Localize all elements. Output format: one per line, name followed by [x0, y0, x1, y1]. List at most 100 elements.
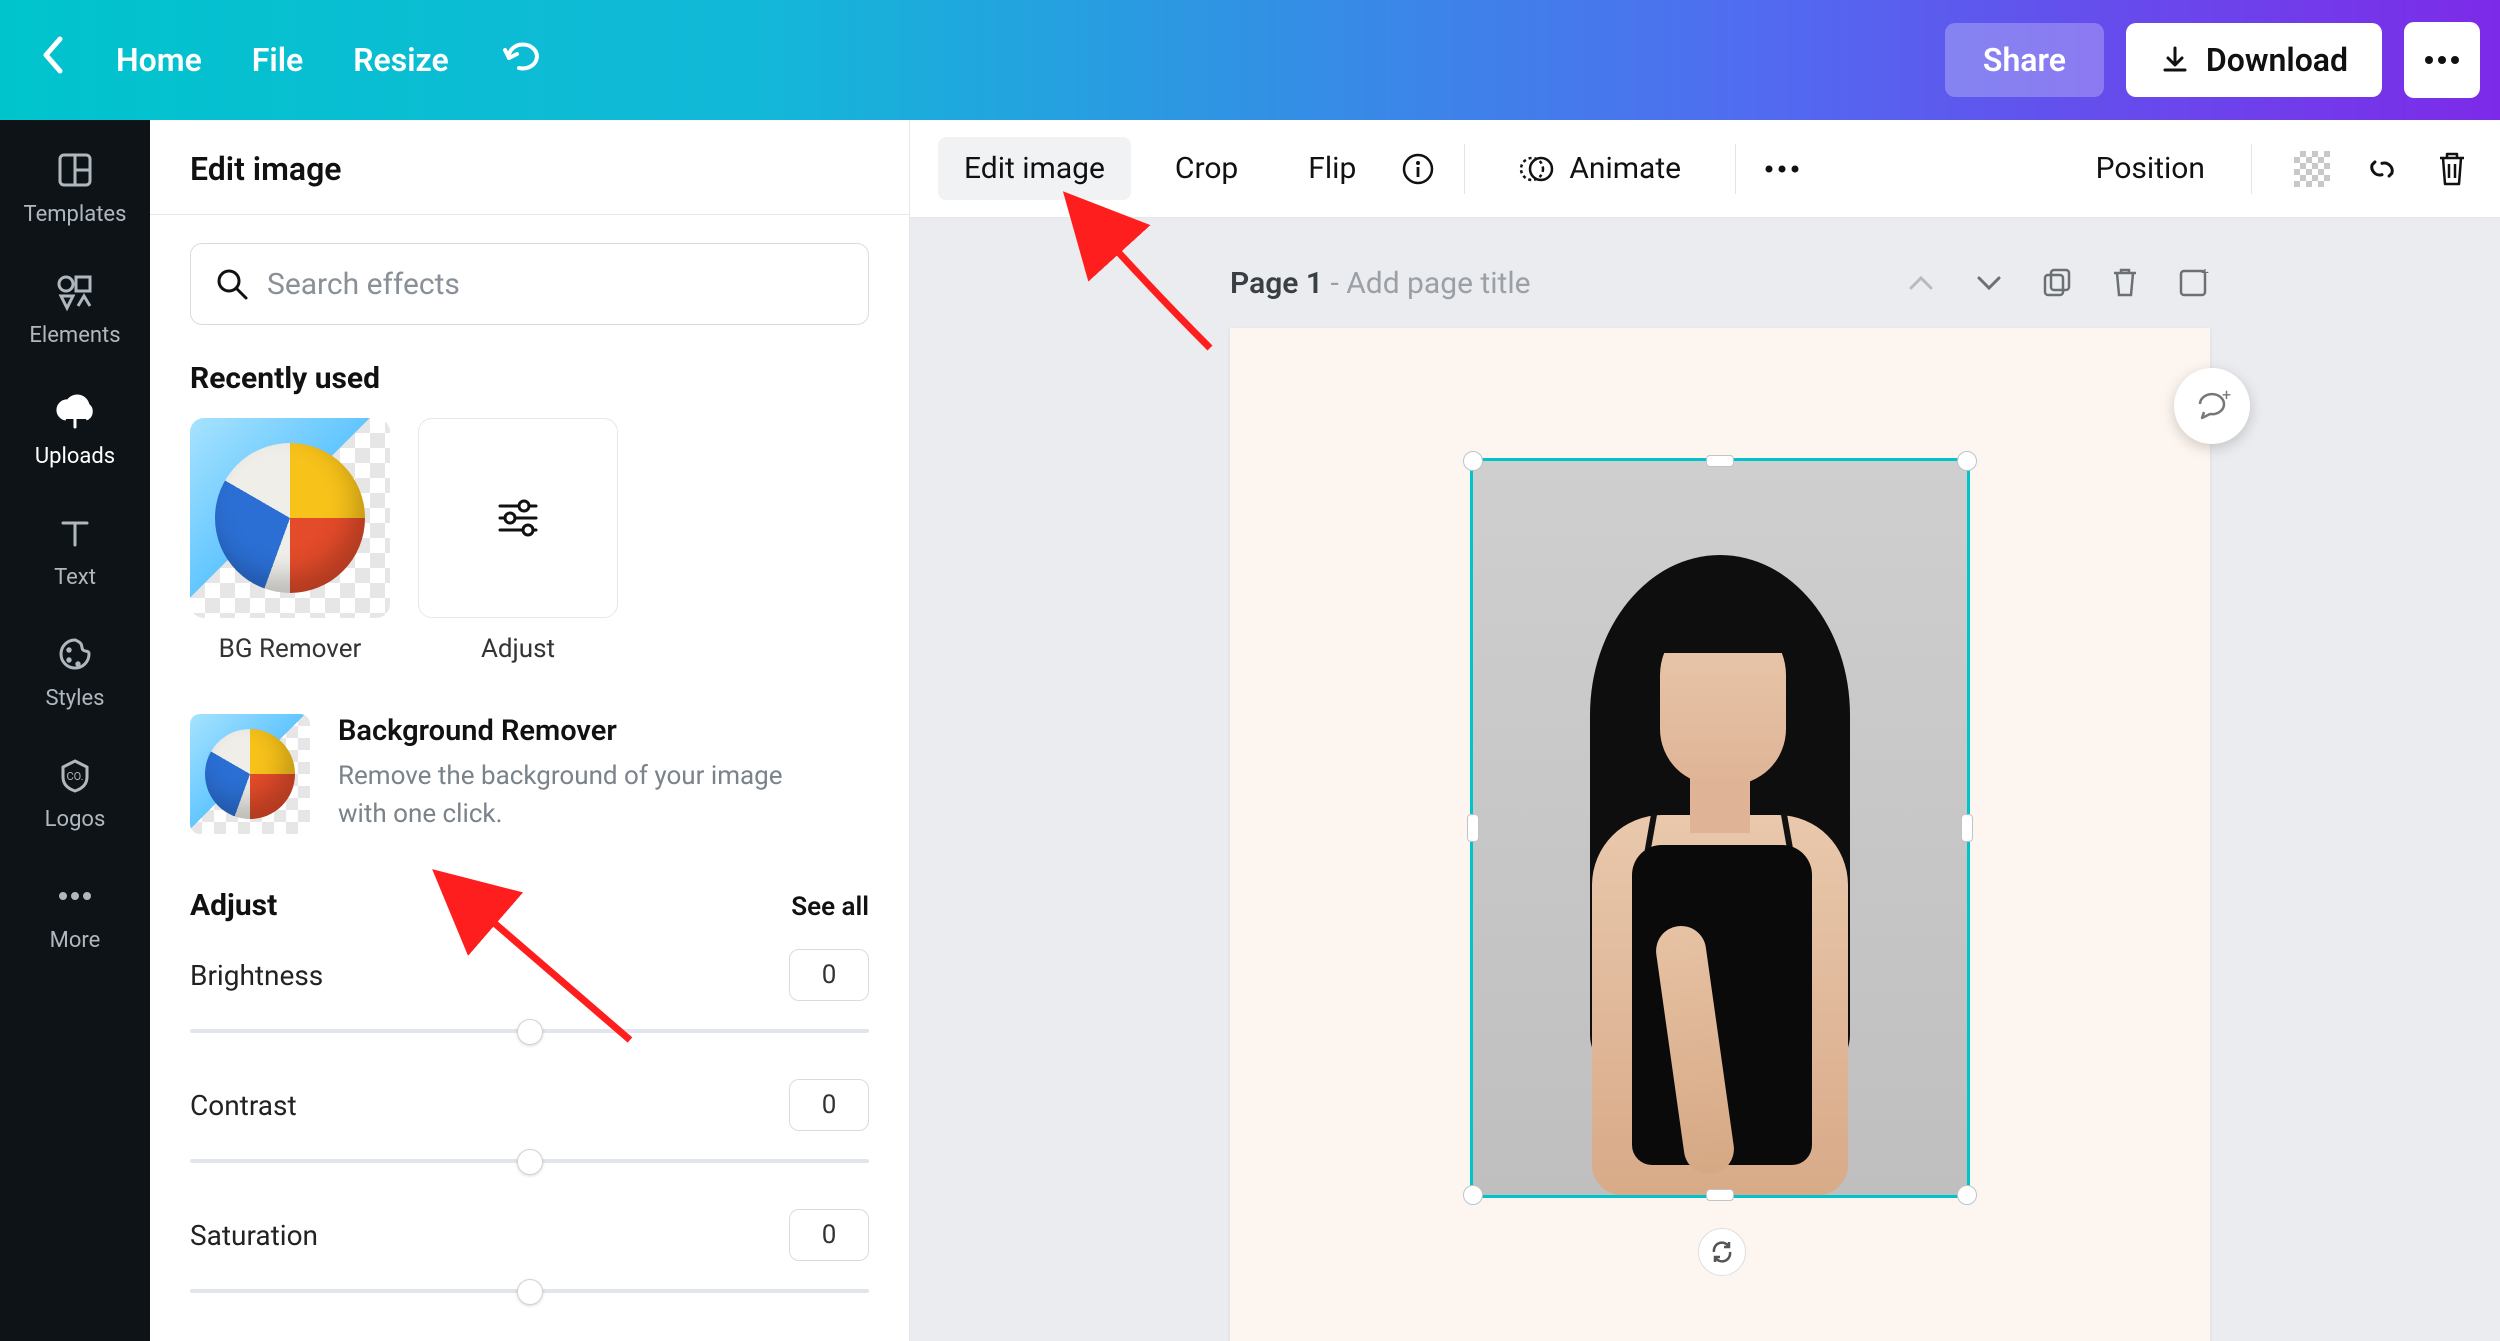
resize-handle-sw[interactable]: [1463, 1185, 1483, 1205]
comment-button[interactable]: +: [2174, 368, 2250, 444]
svg-text:+: +: [2201, 267, 2209, 281]
rail-elements-label: Elements: [29, 323, 120, 348]
brightness-value[interactable]: 0: [789, 949, 869, 1001]
rail-elements[interactable]: Elements: [29, 269, 120, 348]
panel-body: Recently used BG Remover: [150, 215, 909, 1339]
rail-styles[interactable]: Styles: [45, 632, 104, 711]
undo-icon[interactable]: [499, 38, 541, 83]
more-icon: [53, 874, 97, 918]
transparency-icon[interactable]: [2292, 149, 2332, 189]
recent-adjust-label: Adjust: [481, 634, 555, 664]
overflow-button[interactable]: [2404, 22, 2480, 98]
adjust-section-header: Adjust See all: [190, 888, 869, 923]
flip-button[interactable]: Flip: [1282, 137, 1382, 200]
toolbar-more-icon[interactable]: [1764, 151, 1800, 187]
saturation-track[interactable]: [190, 1275, 869, 1305]
background-remover-item[interactable]: Background Remover Remove the background…: [190, 714, 869, 834]
resize-handle-w[interactable]: [1467, 814, 1479, 842]
brightness-track[interactable]: [190, 1015, 869, 1045]
rail-styles-label: Styles: [45, 686, 104, 711]
topbar-right: Share Download: [1945, 22, 2480, 98]
selected-image[interactable]: [1470, 458, 1970, 1198]
animate-button[interactable]: Animate: [1493, 137, 1707, 201]
page-canvas[interactable]: [1230, 328, 2210, 1341]
resize-menu[interactable]: Resize: [353, 41, 448, 79]
image-content: [1530, 545, 1910, 1195]
recently-used-row: BG Remover Adjust: [190, 418, 869, 664]
animate-icon: [1519, 151, 1555, 187]
saturation-value[interactable]: 0: [789, 1209, 869, 1261]
resize-handle-nw[interactable]: [1463, 451, 1483, 471]
recently-used-heading: Recently used: [190, 361, 869, 396]
rail-more[interactable]: More: [50, 874, 101, 953]
rail-templates[interactable]: Templates: [24, 148, 127, 227]
side-rail: Templates Elements Uploads Text Styles: [0, 120, 150, 1341]
contrast-track[interactable]: [190, 1145, 869, 1175]
position-button[interactable]: Position: [2090, 137, 2211, 200]
rail-uploads-label: Uploads: [35, 444, 115, 469]
collapse-up-icon[interactable]: [1904, 266, 1938, 300]
styles-icon: [53, 632, 97, 676]
toolbar-right: Position: [2090, 137, 2472, 200]
rail-uploads[interactable]: Uploads: [35, 390, 115, 469]
expand-down-icon[interactable]: [1972, 266, 2006, 300]
edit-image-panel: Edit image Recently used BG Remover: [150, 120, 910, 1341]
rail-templates-label: Templates: [24, 202, 127, 227]
resize-handle-s[interactable]: [1706, 1189, 1734, 1201]
bg-remover-small-thumb: [190, 714, 310, 834]
canvas-stage[interactable]: Page 1 - Add page title +: [910, 218, 2500, 1341]
info-icon[interactable]: [1400, 151, 1436, 187]
rail-text[interactable]: Text: [53, 511, 97, 590]
page-title-area[interactable]: Page 1 - Add page title: [1230, 266, 1531, 301]
rail-text-label: Text: [54, 565, 96, 590]
resize-handle-ne[interactable]: [1957, 451, 1977, 471]
contrast-value[interactable]: 0: [789, 1079, 869, 1131]
recent-adjust[interactable]: Adjust: [418, 418, 618, 664]
rail-logos[interactable]: CO. Logos: [45, 753, 106, 832]
resize-handle-e[interactable]: [1961, 814, 1973, 842]
canvas-toolbar: Edit image Crop Flip Animate Position: [910, 120, 2500, 218]
recent-bg-remover-label: BG Remover: [219, 634, 362, 664]
adjust-thumb: [418, 418, 618, 618]
saturation-label: Saturation: [190, 1219, 318, 1252]
delete-page-icon[interactable]: [2108, 266, 2142, 300]
main: Templates Elements Uploads Text Styles: [0, 120, 2500, 1341]
download-icon: [2160, 45, 2190, 75]
file-menu[interactable]: File: [252, 41, 303, 79]
resize-handle-n[interactable]: [1706, 455, 1734, 467]
top-bar: Home File Resize Share Download: [0, 0, 2500, 120]
recent-bg-remover[interactable]: BG Remover: [190, 418, 390, 664]
see-all-link[interactable]: See all: [791, 892, 869, 922]
crop-button[interactable]: Crop: [1149, 137, 1264, 200]
resize-handle-se[interactable]: [1957, 1185, 1977, 1205]
bg-remover-desc: Remove the background of your image with…: [338, 758, 808, 833]
page-header-actions: +: [1904, 266, 2210, 300]
svg-text:+: +: [2222, 386, 2231, 404]
page-title-placeholder: Add page title: [1346, 266, 1530, 301]
share-button[interactable]: Share: [1945, 23, 2104, 97]
templates-icon: [53, 148, 97, 192]
edit-image-button[interactable]: Edit image: [938, 137, 1131, 200]
rail-logos-label: Logos: [45, 807, 106, 832]
page-sep: -: [1323, 266, 1346, 301]
contrast-label: Contrast: [190, 1089, 297, 1122]
beachball-icon: [205, 729, 295, 819]
download-button[interactable]: Download: [2126, 23, 2382, 97]
back-icon[interactable]: [40, 35, 66, 85]
trash-icon[interactable]: [2432, 149, 2472, 189]
adjust-heading: Adjust: [190, 888, 277, 923]
brightness-slider: Brightness 0: [190, 949, 869, 1045]
sync-button[interactable]: [1698, 1228, 1746, 1276]
toolbar-left: Edit image Crop Flip Animate: [938, 137, 1800, 201]
duplicate-page-icon[interactable]: [2040, 266, 2074, 300]
search-icon: [215, 267, 249, 301]
search-input[interactable]: [267, 267, 844, 302]
home-menu[interactable]: Home: [116, 41, 202, 79]
animate-label: Animate: [1569, 151, 1681, 186]
contrast-slider: Contrast 0: [190, 1079, 869, 1175]
rail-more-label: More: [50, 928, 101, 953]
add-page-icon[interactable]: +: [2176, 266, 2210, 300]
link-icon[interactable]: [2362, 149, 2402, 189]
page-header: Page 1 - Add page title +: [1230, 258, 2210, 308]
search-effects-field[interactable]: [190, 243, 869, 325]
